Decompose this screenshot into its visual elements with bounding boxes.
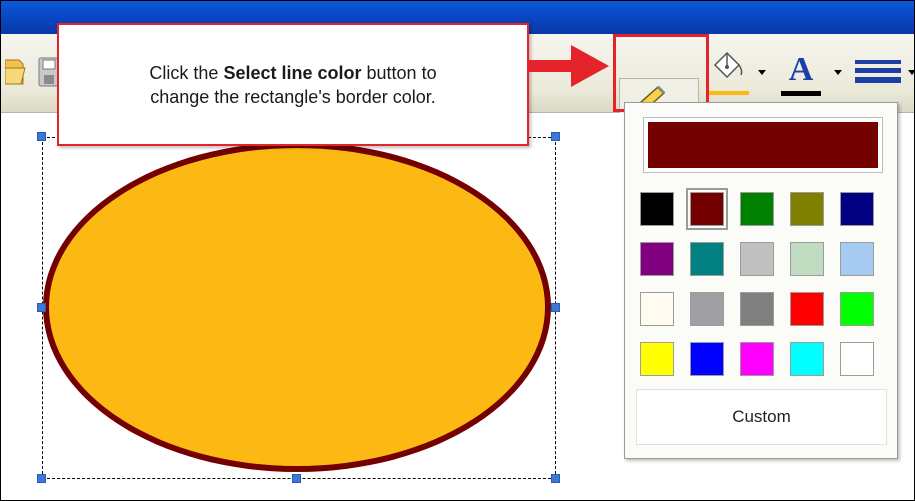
chevron-down-icon[interactable] <box>758 70 766 75</box>
color-swatch[interactable] <box>690 342 724 376</box>
callout-text-before: Click the <box>149 62 224 83</box>
font-color-indicator <box>781 91 821 96</box>
color-swatch[interactable] <box>740 242 774 276</box>
color-swatch[interactable] <box>640 192 674 226</box>
callout-text: Click the Select line color button to ch… <box>149 61 436 109</box>
color-swatch[interactable] <box>640 242 674 276</box>
open-folder-icon[interactable] <box>5 54 27 90</box>
selection-frame <box>42 137 556 479</box>
resize-handle-left[interactable] <box>37 303 46 312</box>
color-swatch[interactable] <box>740 342 774 376</box>
color-swatch[interactable] <box>840 342 874 376</box>
callout-text-after: button to <box>361 62 437 83</box>
current-color-fill <box>648 122 878 168</box>
color-swatch[interactable] <box>840 242 874 276</box>
font-color-icon[interactable]: A <box>781 48 821 90</box>
color-swatch[interactable] <box>640 292 674 326</box>
line-style-icon[interactable] <box>853 54 903 90</box>
paint-bucket-icon[interactable] <box>707 47 751 87</box>
color-swatch[interactable] <box>840 292 874 326</box>
custom-color-button[interactable]: Custom <box>636 389 887 445</box>
chevron-down-icon[interactable] <box>834 70 842 75</box>
color-swatch[interactable] <box>686 188 728 230</box>
resize-handle-bottom-left[interactable] <box>37 474 46 483</box>
fill-color-indicator <box>709 91 749 95</box>
color-swatch[interactable] <box>690 242 724 276</box>
color-swatch[interactable] <box>640 342 674 376</box>
highlight-box <box>613 34 709 112</box>
color-swatch[interactable] <box>840 192 874 226</box>
callout-text-bold: Select line color <box>223 62 362 83</box>
resize-handle-top-right[interactable] <box>551 132 560 141</box>
color-swatch[interactable] <box>790 242 824 276</box>
color-swatch[interactable] <box>790 192 824 226</box>
resize-handle-bottom-right[interactable] <box>551 474 560 483</box>
color-swatch[interactable] <box>790 342 824 376</box>
arrow-right-icon <box>527 45 609 87</box>
resize-handle-bottom[interactable] <box>292 474 301 483</box>
resize-handle-right[interactable] <box>551 303 560 312</box>
color-swatch[interactable] <box>790 292 824 326</box>
chevron-down-icon[interactable] <box>908 70 914 75</box>
color-swatch[interactable] <box>740 292 774 326</box>
color-swatch[interactable] <box>690 292 724 326</box>
resize-handle-top-left[interactable] <box>37 132 46 141</box>
current-color-preview <box>643 117 883 173</box>
svg-text:A: A <box>789 51 814 88</box>
color-swatch[interactable] <box>740 192 774 226</box>
instruction-callout: Click the Select line color button to ch… <box>57 23 529 146</box>
line-color-dropdown: Custom <box>624 102 898 459</box>
callout-text-line2: change the rectangle's border color. <box>150 86 436 107</box>
app-window: A Click the Select line color button to … <box>0 0 915 501</box>
